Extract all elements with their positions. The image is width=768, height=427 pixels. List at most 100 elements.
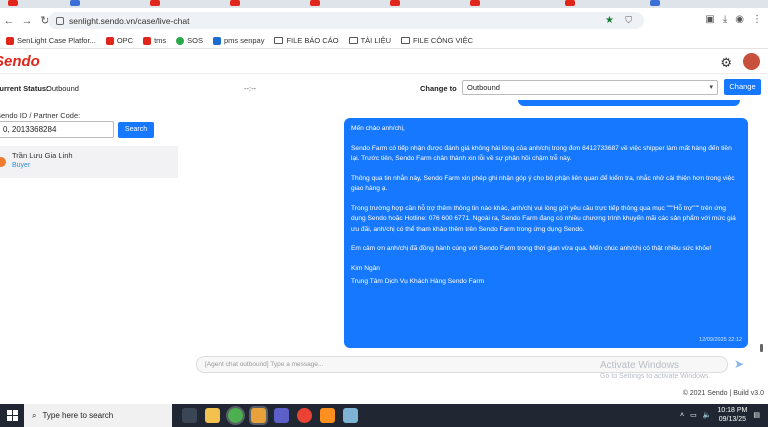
volume-icon[interactable]: 🔈 — [703, 411, 712, 419]
footer-text: © 2021 Sendo | Build v3.0 — [682, 390, 764, 397]
message-timestamp: 12/09/2025 22:12 — [699, 336, 742, 343]
bookmark-favicon-icon — [6, 36, 14, 45]
chevron-up-icon[interactable]: ˄ — [680, 412, 684, 419]
back-icon[interactable]: ← — [0, 15, 18, 27]
browser-toolbar: ▣ ⤓ ◉ ⋮ — [705, 14, 762, 25]
sendo-logo[interactable]: Sendo — [0, 53, 40, 70]
extensions-icon[interactable]: ▣ — [705, 14, 714, 25]
tab-favicon[interactable] — [70, 0, 80, 6]
status-select-value: Outbound — [467, 83, 500, 92]
tab-favicon[interactable] — [470, 0, 480, 6]
signature-team: Trung Tâm Dịch Vụ Khách Hàng Sendo Farm — [351, 278, 485, 285]
bookmark-favicon-icon — [105, 36, 114, 45]
bookmark-folder[interactable]: FILE BÁO CÁO — [274, 36, 339, 45]
url-text[interactable]: senlight.sendo.vn/case/live-chat — [69, 16, 190, 26]
task-view-icon[interactable] — [182, 408, 197, 423]
tab-favicon[interactable] — [310, 0, 320, 6]
search-button[interactable]: Search — [118, 122, 154, 138]
chevron-down-icon: ▾ — [709, 84, 713, 91]
notification-icon[interactable]: ▤ — [753, 411, 760, 419]
message-paragraph: Thông qua tin nhắn này, Sendo Farm xin p… — [351, 174, 735, 193]
browser-tab-strip — [0, 0, 768, 8]
taskbar-search[interactable]: ⌕ Type here to search — [24, 404, 172, 427]
gear-icon[interactable]: ⚙ — [720, 55, 732, 71]
message-signature: Kim Ngân Trung Tâm Dịch Vụ Khách Hàng Se… — [351, 264, 741, 288]
forward-icon[interactable]: → — [18, 15, 36, 27]
activate-windows-watermark: Activate Windows Go to Settings to activ… — [600, 360, 711, 380]
taskbar-apps — [182, 406, 358, 425]
notepad-icon[interactable] — [343, 408, 358, 423]
current-status-label: Current Status: — [0, 83, 49, 93]
windows-taskbar: ⌕ Type here to search ˄ ▭ 🔈 10:18 PM 09/… — [0, 404, 768, 427]
file-explorer-icon[interactable] — [205, 408, 220, 423]
message-bubble: Mến chào anh/chị, Sendo Farm có tiếp nhậ… — [344, 118, 748, 348]
tab-favicon[interactable] — [390, 0, 400, 6]
search-input[interactable]: 0, 2013368284 — [0, 121, 114, 138]
watermark-subtitle: Go to Settings to activate Windows. — [600, 373, 711, 380]
status-select[interactable]: Outbound ▾ — [462, 80, 718, 95]
downloads-icon[interactable]: ⤓ — [723, 14, 727, 25]
bookmark-item[interactable]: pms senpay — [213, 36, 264, 45]
contact-list-item[interactable]: Trần Lưu Gia Linh Buyer — [0, 146, 178, 178]
clock-date: 09/13/25 — [718, 416, 747, 423]
windows-logo-icon — [6, 410, 18, 421]
message-paragraph: Em cảm ơn anh/chị đã đồng hành cùng với … — [351, 245, 712, 252]
system-tray: ˄ ▭ 🔈 10:18 PM 09/13/25 ▤ — [680, 406, 760, 424]
teams-icon[interactable] — [274, 408, 289, 423]
bookmark-folder[interactable]: FILE CÔNG VIỆC — [401, 36, 473, 45]
search-label: Sendo ID / Partner Code: — [0, 111, 81, 120]
app-footer: © 2021 Sendo | Build v3.0 — [0, 388, 768, 404]
bookmark-item[interactable]: SenLight Case Platfor... — [6, 36, 96, 45]
extension-shield-icon[interactable]: ⛉ — [625, 15, 632, 26]
clock-time: 10:18 PM — [717, 407, 748, 414]
bookmarks-bar: SenLight Case Platfor... OPC tms SOS pms… — [0, 33, 768, 49]
change-button[interactable]: Change — [724, 79, 761, 95]
bookmark-item[interactable]: SOS — [176, 36, 203, 45]
folder-icon — [348, 37, 358, 44]
profile-icon[interactable]: ◉ — [735, 14, 744, 25]
bookmark-folder[interactable]: TÀI LIỆU — [348, 36, 391, 45]
bookmark-item[interactable]: OPC — [105, 36, 133, 45]
bookmark-item[interactable]: tms — [143, 36, 166, 45]
status-timer: --:-- — [244, 83, 257, 93]
contact-role: Buyer — [12, 162, 31, 169]
taskbar-search-placeholder: Type here to search — [42, 411, 114, 420]
tab-favicon[interactable] — [8, 0, 18, 6]
folder-icon — [274, 37, 284, 44]
network-icon[interactable]: ▭ — [690, 411, 697, 419]
tab-favicon[interactable] — [565, 0, 575, 6]
chat-area: Mến chào anh/chị, Sendo Farm có tiếp nhậ… — [180, 100, 768, 355]
left-panel: Sendo ID / Partner Code: 0, 2013368284 S… — [0, 100, 180, 380]
avatar[interactable] — [743, 53, 760, 70]
search-icon: ⌕ — [32, 410, 37, 420]
send-icon[interactable]: ➤ — [734, 357, 744, 371]
current-status-value: Outbound — [46, 83, 79, 93]
chrome-icon[interactable] — [226, 406, 245, 425]
change-to-label: Change to — [420, 83, 457, 93]
chrome-alt-icon[interactable] — [297, 408, 312, 423]
signature-name: Kim Ngân — [351, 264, 380, 272]
watermark-title: Activate Windows — [600, 360, 679, 371]
bookmark-favicon-icon — [213, 36, 222, 45]
chat-scrollbar[interactable] — [760, 344, 763, 352]
status-row: Current Status: Outbound --:-- Change to… — [0, 78, 768, 98]
folder-icon — [401, 37, 410, 44]
bookmark-favicon-icon — [143, 36, 152, 45]
site-info-icon[interactable] — [56, 16, 64, 25]
start-button[interactable] — [0, 404, 24, 427]
sublime-icon[interactable] — [320, 408, 335, 423]
tab-favicon[interactable] — [150, 0, 160, 6]
contact-name: Trần Lưu Gia Linh — [12, 151, 73, 160]
address-bar[interactable]: senlight.sendo.vn/case/live-chat ★ ⛉ — [48, 12, 644, 29]
message-paragraph: Mến chào anh/chị, — [351, 125, 405, 132]
tab-favicon[interactable] — [650, 0, 660, 6]
app-header: Sendo ⚙ — [0, 50, 768, 74]
message-paragraph: Sendo Farm có tiếp nhận được đánh giá kh… — [351, 144, 732, 163]
address-row: ← → ↻ senlight.sendo.vn/case/live-chat ★… — [0, 8, 768, 33]
taskbar-clock[interactable]: 10:18 PM 09/13/25 — [717, 406, 747, 424]
folder-icon[interactable] — [249, 406, 268, 425]
tab-favicon[interactable] — [230, 0, 240, 6]
menu-icon[interactable]: ⋮ — [752, 14, 762, 25]
bookmark-star-icon[interactable]: ★ — [605, 15, 614, 26]
previous-message-bubble — [518, 100, 740, 106]
